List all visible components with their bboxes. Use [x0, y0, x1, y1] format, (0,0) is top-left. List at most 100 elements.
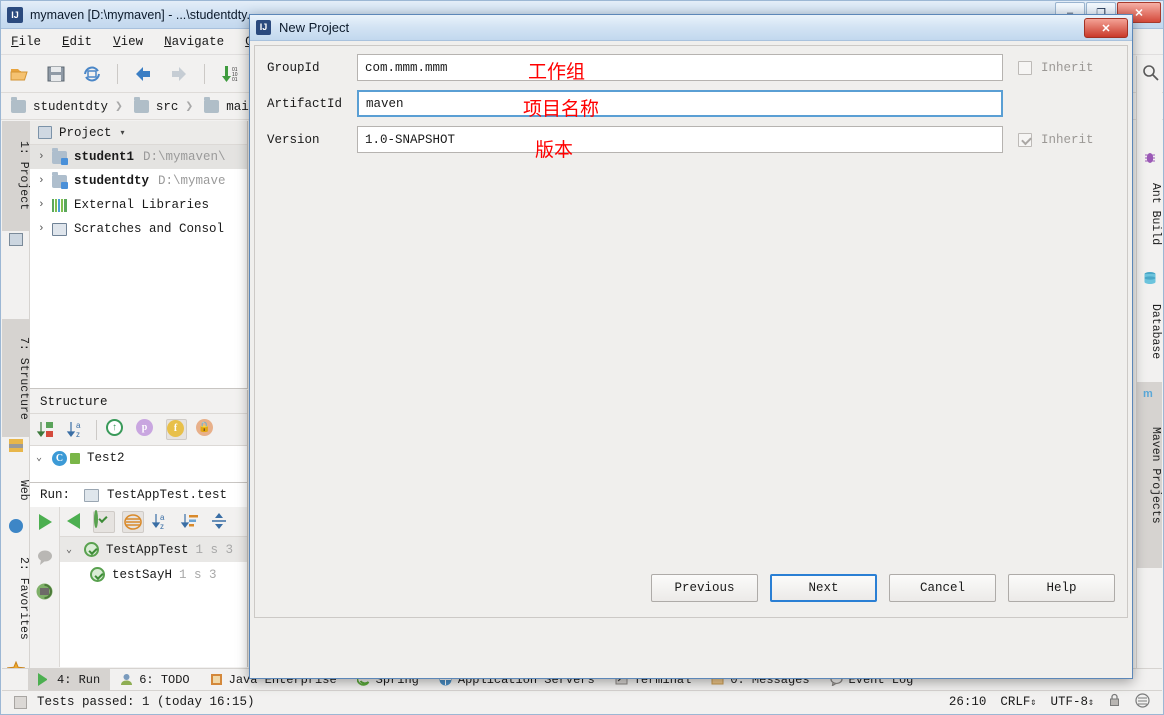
save-all-icon[interactable]	[45, 63, 67, 85]
maven-icon: m	[1143, 388, 1153, 400]
sort-by-duration-icon[interactable]	[180, 511, 202, 533]
run-config-name[interactable]: TestAppTest.test	[107, 488, 227, 502]
sync-icon[interactable]	[81, 63, 103, 85]
show-inherited-icon[interactable]: ↑	[106, 419, 127, 440]
show-passed-icon[interactable]	[93, 509, 115, 533]
sidebar-item-structure[interactable]: 7: Structure	[2, 319, 30, 437]
expand-arrow-icon-3[interactable]: ›	[38, 199, 52, 211]
dialog-title: New Project	[279, 20, 350, 35]
menu-item-view[interactable]: View	[113, 35, 143, 49]
chevron-down-icon[interactable]: ▾	[121, 128, 125, 137]
expand-arrow-icon-2[interactable]: ›	[38, 175, 52, 187]
project-panel-title: Project	[59, 125, 112, 140]
test-row-testapptest[interactable]: ⌄ TestAppTest 1 s 3	[60, 537, 247, 562]
rerun-icon[interactable]	[64, 511, 86, 533]
status-bar-right: 26:10 CRLF⇕ UTF-8⇕	[949, 692, 1162, 712]
sidebar-item-favorites[interactable]: 2: Favorites	[2, 539, 30, 657]
tree-item-student1[interactable]: › student1 D:\mymaven\	[30, 145, 247, 169]
run-icon[interactable]	[35, 512, 55, 535]
search-icon[interactable]	[1142, 64, 1159, 84]
right-tab-maven-projects[interactable]: Maven Projects	[1136, 382, 1162, 568]
run-config-icon	[84, 488, 100, 502]
menu-item-navigate[interactable]: Navigate	[164, 35, 224, 49]
sidebar-item-project[interactable]: 1: Project	[2, 121, 30, 231]
sidebar-item-web[interactable]: Web	[2, 461, 30, 519]
run-label: Run:	[40, 488, 71, 502]
menu-item-file[interactable]: File	[11, 35, 41, 49]
collapse-arrow-icon-2[interactable]: ⌄	[66, 544, 84, 556]
test-name-testapptest: TestAppTest	[106, 542, 189, 557]
groupid-input[interactable]: com.mmm.mmm	[357, 54, 1003, 81]
project-panel-header[interactable]: Project ▾	[30, 121, 247, 145]
sort-alphabetically-icon-2[interactable]: az	[151, 511, 173, 533]
web-icon	[9, 519, 23, 533]
encoding[interactable]: UTF-8⇕	[1050, 695, 1094, 709]
svg-text:a: a	[160, 513, 165, 522]
show-fields-icon[interactable]: f	[166, 419, 187, 440]
bottom-tab-run[interactable]: 4: Run	[28, 668, 111, 691]
collapse-arrow-icon[interactable]: ⌄	[36, 452, 52, 464]
dialog-close-button[interactable]: ✕	[1084, 18, 1128, 38]
previous-button[interactable]: Previous	[651, 574, 758, 602]
tree-path-student1: D:\mymaven\	[143, 150, 226, 164]
checkbox-box-groupid	[1018, 60, 1032, 75]
structure-item-test2[interactable]: ⌄ C Test2	[30, 446, 247, 470]
test-duration-testapptest: 1 s 3	[195, 542, 234, 557]
ant-icon	[1143, 151, 1157, 168]
java-ee-icon	[210, 673, 223, 686]
bottom-tab-todo[interactable]: 6: TODO	[110, 669, 199, 691]
todo-icon	[120, 673, 133, 686]
svg-text:z: z	[76, 430, 80, 439]
inspection-icon[interactable]	[1135, 692, 1150, 712]
tree-item-scratches[interactable]: › Scratches and Consol	[30, 217, 247, 241]
svg-text:01: 01	[232, 77, 238, 83]
tree-item-external-libraries[interactable]: › External Libraries	[30, 193, 247, 217]
groupid-value: com.mmm.mmm	[365, 60, 448, 75]
version-inherit-checkbox[interactable]: Inherit	[1009, 132, 1127, 147]
class-icon: C	[52, 450, 67, 466]
next-button[interactable]: Next	[770, 574, 877, 602]
dialog-button-bar: Previous Next Cancel Help	[255, 559, 1127, 617]
sidebar-label-project: 1: Project	[17, 141, 30, 211]
form-row-artifactid: ArtifactId maven	[255, 89, 1127, 118]
test-row-testsayh[interactable]: testSayH 1 s 3	[60, 562, 247, 587]
back-arrow-icon[interactable]	[132, 63, 154, 85]
comment-icon[interactable]	[36, 548, 54, 569]
right-tab-ant-build[interactable]: Ant Build	[1136, 168, 1162, 260]
run-panel-body: » az	[30, 507, 247, 677]
help-button[interactable]: Help	[1008, 574, 1115, 602]
breadcrumb-item-0[interactable]: studentdty ❯	[11, 97, 130, 114]
show-properties-icon[interactable]: p	[136, 419, 157, 440]
version-input[interactable]: 1.0-SNAPSHOT	[357, 126, 1003, 153]
tree-item-studentdty[interactable]: › studentdty D:\mymave	[30, 169, 247, 193]
close-icon-dialog: ✕	[1101, 22, 1111, 35]
version-value: 1.0-SNAPSHOT	[365, 132, 456, 147]
expand-all-icon[interactable]	[209, 511, 231, 533]
expand-arrow-icon[interactable]: ›	[38, 151, 52, 163]
groupid-inherit-checkbox[interactable]: Inherit	[1009, 60, 1127, 75]
sort-by-visibility-icon[interactable]	[36, 419, 57, 440]
breadcrumb-item-1[interactable]: src ❯	[133, 97, 200, 114]
export-icon[interactable]	[35, 582, 54, 604]
label-artifactid: ArtifactId	[267, 96, 343, 111]
breadcrumb-item-2[interactable]: mai	[204, 97, 249, 114]
caret-position[interactable]: 26:10	[949, 695, 987, 709]
sort-alphabetically-icon[interactable]: az	[66, 419, 87, 440]
help-button-label: Help	[1046, 581, 1077, 595]
breadcrumb-label-2: mai	[226, 99, 249, 114]
left-tool-strip: 1: Project 7: Structure Web 2: Favorites	[2, 121, 30, 679]
update-project-icon[interactable]: 01 10 01	[219, 63, 241, 85]
menu-item-edit[interactable]: Edit	[62, 35, 92, 49]
read-only-lock-icon[interactable]	[1108, 693, 1121, 711]
show-non-public-icon[interactable]: 🔒	[196, 419, 217, 440]
forward-arrow-icon	[168, 63, 190, 85]
cancel-button[interactable]: Cancel	[889, 574, 996, 602]
right-tab-database[interactable]: Database	[1136, 288, 1162, 376]
artifactid-input[interactable]: maven	[357, 90, 1003, 117]
expand-arrow-icon-4[interactable]: ›	[38, 223, 52, 235]
run-icon-2	[38, 673, 51, 686]
new-project-dialog: IJ New Project ✕ GroupId com.mmm.mmm Inh…	[249, 14, 1133, 679]
filter-icon[interactable]	[122, 510, 144, 533]
line-separator[interactable]: CRLF⇕	[1000, 695, 1036, 709]
open-folder-icon[interactable]	[9, 63, 31, 85]
